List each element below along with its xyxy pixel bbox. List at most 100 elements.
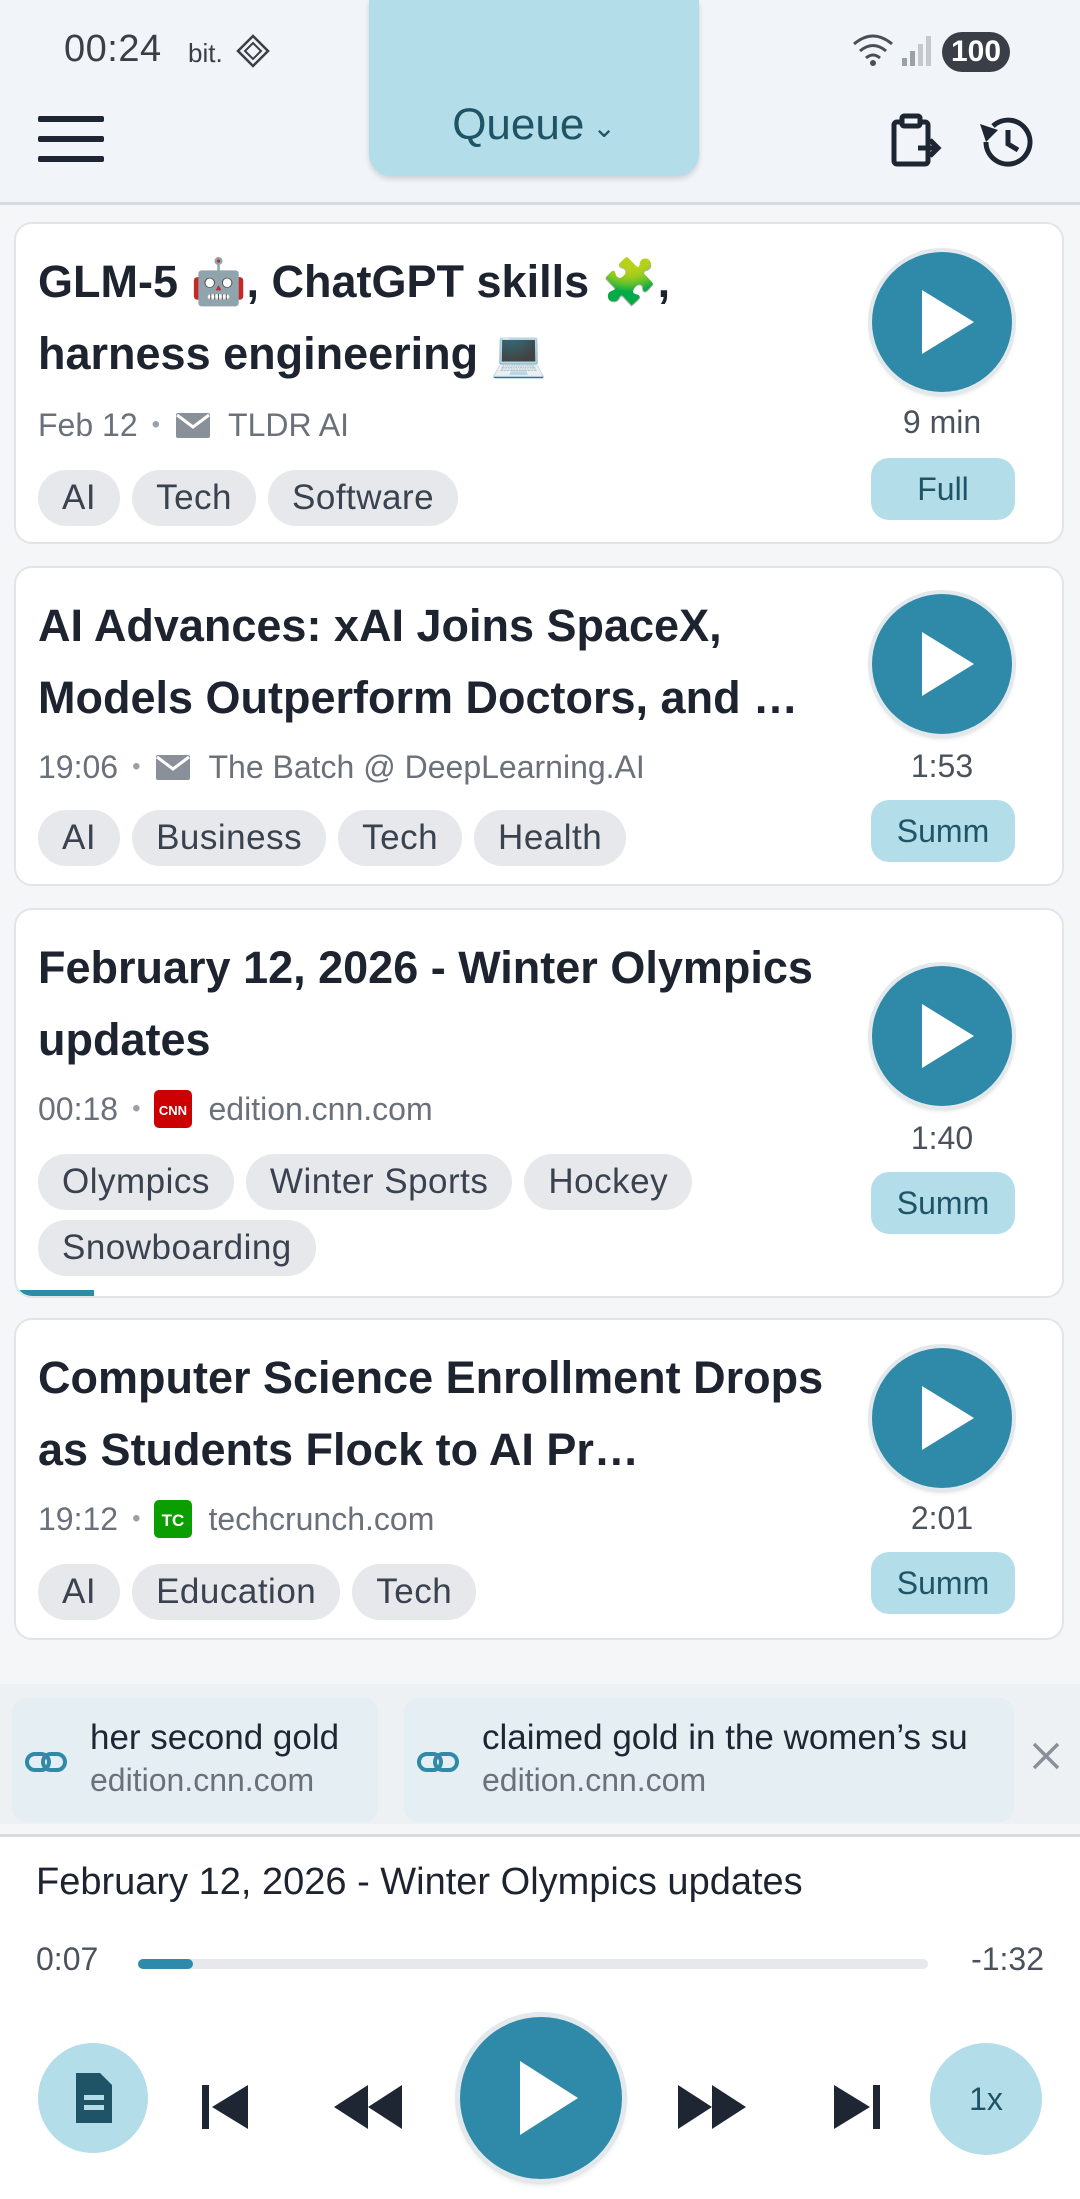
mode-button[interactable]: Summ (871, 1552, 1015, 1614)
tag-chip[interactable]: Tech (338, 810, 463, 866)
queue-dropdown[interactable]: Queue ⌄ (369, 0, 699, 176)
tag-chip[interactable]: AI (38, 470, 121, 526)
remaining-time: -1:32 (971, 1941, 1044, 1977)
history-icon[interactable] (974, 110, 1038, 174)
chevron-down-icon: ⌄ (592, 111, 616, 143)
card-meta: Feb 12 • TLDR AI (38, 406, 349, 443)
skip-previous-icon[interactable] (196, 2077, 256, 2137)
play-icon (922, 1004, 974, 1068)
tag-chip[interactable]: AI (38, 810, 121, 866)
card-meta: 19:12 • TC techcrunch.com (38, 1500, 435, 1538)
queue-label: Queue (452, 100, 585, 149)
transcript-button[interactable] (38, 2043, 148, 2153)
card-title: GLM-5 🤖, ChatGPT skills 🧩, harness engin… (38, 256, 671, 379)
clipboard-icon[interactable] (882, 110, 946, 174)
highlight-text: her second gold (90, 1718, 340, 1757)
battery-indicator: 100 (942, 32, 1010, 72)
current-time: 0:07 (36, 1941, 99, 1977)
card-title: Computer Science Enrollment Drops as Stu… (38, 1352, 824, 1475)
now-playing-title: February 12, 2026 - Winter Olympics upda… (36, 1861, 803, 1903)
play-icon (922, 632, 974, 696)
card-meta: 00:18 • CNN edition.cnn.com (38, 1090, 433, 1128)
card-source: techcrunch.com (208, 1500, 435, 1537)
play-button[interactable] (872, 966, 1012, 1106)
techcrunch-logo: TC (154, 1500, 193, 1538)
cnn-logo: CNN (154, 1090, 193, 1128)
play-icon (922, 1386, 974, 1450)
tag-chip[interactable]: Tech (132, 470, 257, 526)
highlight-chip[interactable]: claimed gold in the women’s su edition.c… (404, 1698, 1014, 1822)
tag-chip[interactable]: Education (132, 1564, 341, 1620)
tag-chip[interactable]: Health (474, 810, 627, 866)
svg-text:CNN: CNN (159, 1103, 187, 1118)
menu-button[interactable] (38, 116, 104, 166)
tag-list: Olympics Winter Sports Hockey Snowboardi… (38, 1154, 818, 1276)
highlight-source: edition.cnn.com (90, 1762, 315, 1798)
card-date: 19:12 (38, 1500, 119, 1537)
link-icon (417, 1752, 459, 1772)
card-title: February 12, 2026 - Winter Olympics upda… (38, 942, 813, 1065)
fast-forward-icon[interactable] (674, 2077, 750, 2137)
wifi-icon (853, 34, 893, 66)
card-source: edition.cnn.com (208, 1090, 433, 1127)
duration: 2:01 (910, 1500, 974, 1536)
mini-player: February 12, 2026 - Winter Olympics upda… (0, 1834, 1080, 2199)
card-source: TLDR AI (228, 406, 349, 443)
status-time: 00:24 (64, 28, 162, 70)
play-button[interactable] (872, 1348, 1012, 1488)
skip-next-icon[interactable] (826, 2077, 886, 2137)
seek-bar[interactable] (138, 1959, 928, 1969)
tag-list: AI Education Tech (38, 1564, 818, 1620)
carrier-label: bit. (188, 38, 223, 68)
close-icon[interactable] (1030, 1740, 1062, 1772)
queue-card[interactable]: GLM-5 🤖, ChatGPT skills 🧩, harness engin… (14, 222, 1064, 544)
tag-chip[interactable]: Business (132, 810, 327, 866)
document-icon (76, 2073, 112, 2123)
mode-button[interactable]: Summ (871, 1172, 1015, 1234)
play-icon (922, 290, 974, 354)
tag-chip[interactable]: Olympics (38, 1154, 234, 1210)
nfc-icon (236, 34, 270, 68)
card-meta: 19:06 • The Batch @ DeepLearning.AI (38, 748, 645, 785)
main-play-button[interactable] (460, 2017, 622, 2179)
highlights-bar: her second gold edition.cnn.com claimed … (0, 1684, 1080, 1824)
mode-button[interactable]: Full (871, 458, 1015, 520)
tag-list: AI Business Tech Health (38, 810, 818, 866)
svg-text:TC: TC (162, 1511, 185, 1530)
card-title: AI Advances: xAI Joins SpaceX, Models Ou… (38, 600, 799, 723)
queue-card[interactable]: February 12, 2026 - Winter Olympics upda… (14, 908, 1064, 1298)
mail-icon (176, 413, 211, 438)
card-source: The Batch @ DeepLearning.AI (208, 748, 645, 785)
tag-chip[interactable]: Snowboarding (38, 1220, 316, 1276)
queue-card[interactable]: AI Advances: xAI Joins SpaceX, Models Ou… (14, 566, 1064, 886)
card-date: Feb 12 (38, 406, 138, 443)
playback-speed-button[interactable]: 1x (930, 2043, 1042, 2155)
tag-chip[interactable]: Software (268, 470, 459, 526)
queue-card[interactable]: Computer Science Enrollment Drops as Stu… (14, 1318, 1064, 1640)
play-button[interactable] (872, 594, 1012, 734)
highlight-chip[interactable]: her second gold edition.cnn.com (12, 1698, 378, 1822)
card-date: 00:18 (38, 1090, 119, 1127)
duration: 1:53 (910, 748, 974, 784)
tag-chip[interactable]: Hockey (524, 1154, 693, 1210)
tag-list: AI Tech Software (38, 470, 818, 526)
play-icon (520, 2061, 578, 2135)
duration: 1:40 (910, 1120, 974, 1156)
mode-button[interactable]: Summ (871, 800, 1015, 862)
tag-chip[interactable]: Tech (352, 1564, 477, 1620)
seek-progress (138, 1959, 194, 1969)
link-icon (25, 1752, 67, 1772)
signal-icon (902, 36, 931, 66)
card-date: 19:06 (38, 748, 119, 785)
card-progress-bar (16, 1290, 94, 1296)
mail-icon (156, 755, 191, 780)
tag-chip[interactable]: Winter Sports (245, 1154, 513, 1210)
app-bar: 00:24 bit. 100 Queue ⌄ (0, 0, 1080, 205)
highlight-source: edition.cnn.com (482, 1762, 707, 1798)
play-button[interactable] (872, 252, 1012, 392)
rewind-icon[interactable] (330, 2077, 406, 2137)
tag-chip[interactable]: AI (38, 1564, 121, 1620)
highlight-text: claimed gold in the women’s su (482, 1718, 968, 1757)
hamburger-icon (38, 116, 104, 122)
duration: 9 min (902, 404, 982, 440)
